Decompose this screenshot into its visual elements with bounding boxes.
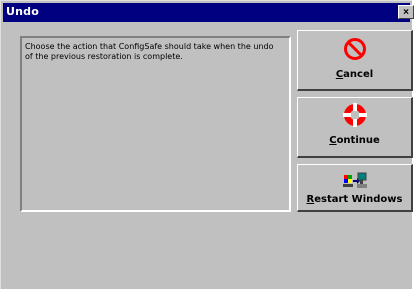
cancel-button[interactable]: Cancel (297, 30, 413, 91)
no-sign-icon (343, 38, 366, 60)
lifebuoy-icon (342, 103, 367, 127)
windows-restart-icon (342, 172, 367, 188)
message-panel: Choose the action that ConfigSafe should… (20, 36, 291, 212)
restart-windows-button[interactable]: Restart Windows (297, 164, 413, 212)
restart-windows-label: Restart Windows (306, 194, 403, 205)
undo-dialog: Undo × Choose the action that ConfigSafe… (0, 0, 414, 289)
title-bar[interactable]: Undo × (3, 3, 414, 22)
cancel-label: Cancel (335, 69, 374, 80)
close-button[interactable]: × (398, 5, 414, 19)
continue-label: Continue (329, 135, 380, 146)
instruction-text: Choose the action that ConfigSafe should… (25, 42, 274, 61)
window-title: Undo (6, 5, 39, 18)
continue-button[interactable]: Continue (297, 97, 413, 158)
